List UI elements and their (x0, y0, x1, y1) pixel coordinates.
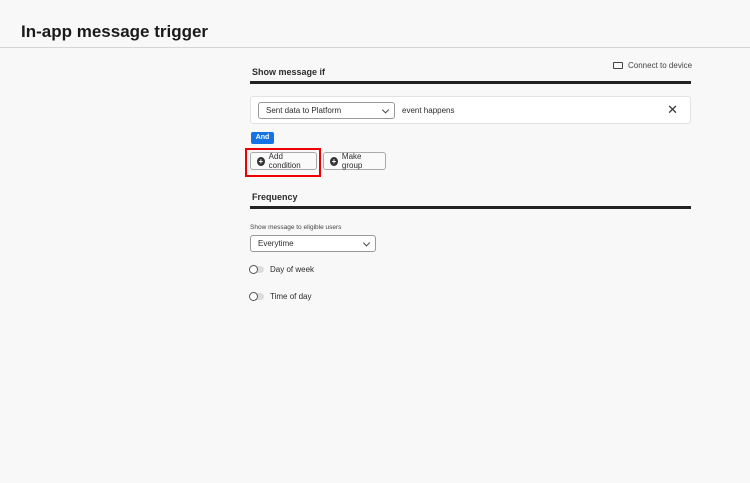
frequency-heading: Frequency (250, 192, 691, 209)
toggle-label: Day of week (270, 265, 315, 274)
toggle-switch[interactable] (249, 265, 264, 274)
frequency-select-value: Everytime (258, 239, 294, 248)
page-title: In-app message trigger (21, 22, 209, 41)
event-select[interactable]: Sent data to Platform (258, 102, 395, 119)
make-group-label: Make group (341, 152, 363, 170)
toggle-label: Time of day (270, 292, 312, 301)
close-icon[interactable]: ✕ (667, 102, 678, 118)
frequency-select[interactable]: Everytime (250, 235, 376, 252)
and-operator-badge[interactable]: And (251, 132, 274, 144)
chevron-down-icon (362, 238, 371, 247)
chevron-down-icon (381, 105, 390, 114)
make-group-button[interactable]: + Make group (323, 152, 386, 170)
time-of-day-toggle[interactable]: Time of day (249, 292, 312, 301)
device-icon (613, 62, 623, 69)
condition-row: Sent data to Platform event happens ✕ (250, 96, 691, 124)
connect-to-device-button[interactable]: Connect to device (613, 61, 692, 70)
toggle-switch[interactable] (249, 292, 264, 301)
eligible-users-label: Show message to eligible users (250, 224, 342, 231)
plus-icon: + (330, 156, 338, 166)
day-of-week-toggle[interactable]: Day of week (249, 265, 315, 274)
highlight-box (245, 148, 321, 177)
divider (0, 47, 750, 48)
event-select-value: Sent data to Platform (266, 106, 342, 115)
connect-label: Connect to device (628, 61, 693, 70)
event-happens-text: event happens (402, 106, 455, 115)
